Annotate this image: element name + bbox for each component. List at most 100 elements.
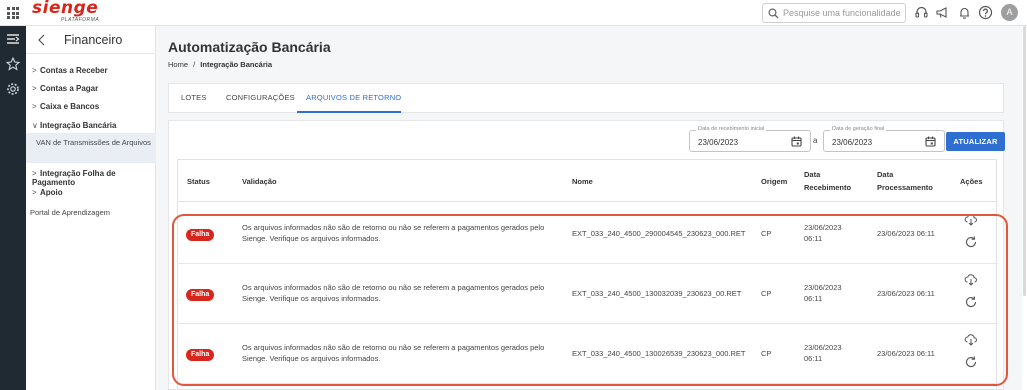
refresh-icon[interactable] bbox=[964, 355, 978, 369]
processed-date: 23/06/2023 06:11 bbox=[877, 349, 935, 358]
cloud-download-icon[interactable] bbox=[964, 333, 978, 347]
chevron-right-icon: > bbox=[32, 66, 37, 75]
table-row: Falha Os arquivos informados não são de … bbox=[178, 204, 998, 264]
table-header: Status Validação Nome Origem Data Recebi… bbox=[178, 160, 998, 202]
bell-icon[interactable] bbox=[957, 5, 972, 20]
status-badge: Falha bbox=[186, 229, 215, 241]
star-icon[interactable] bbox=[6, 57, 20, 71]
breadcrumb-current: Integração Bancária bbox=[200, 60, 272, 69]
search-input[interactable] bbox=[783, 6, 901, 20]
megaphone-icon[interactable] bbox=[935, 5, 950, 20]
vertical-scrollbar[interactable] bbox=[1022, 26, 1027, 390]
help-icon[interactable] bbox=[978, 5, 993, 20]
calendar-icon[interactable] bbox=[791, 136, 802, 147]
cloud-download-icon[interactable] bbox=[964, 213, 978, 227]
sidebar-item-integracao-folha[interactable]: > Integração Folha de Pagamento bbox=[26, 169, 156, 187]
apps-grid-icon[interactable] bbox=[7, 7, 19, 19]
processed-date: 23/06/2023 06:11 bbox=[877, 289, 935, 298]
update-button[interactable]: ATUALIZAR bbox=[946, 132, 1005, 151]
end-date-value[interactable]: 23/06/2023 bbox=[832, 138, 872, 147]
logo-subtitle: PLATAFORMA bbox=[61, 17, 100, 23]
table-row: Falha Os arquivos informados não são de … bbox=[178, 264, 998, 324]
refresh-icon[interactable] bbox=[964, 295, 978, 309]
sidebar-item-label: Caixa e Bancos bbox=[40, 102, 100, 111]
file-name: EXT_033_240_4500_130032039_230623_00.RET bbox=[572, 289, 742, 298]
origin: CP bbox=[761, 349, 772, 358]
sidebar-header: Financeiro bbox=[26, 26, 156, 54]
sidebar-item-label: Contas a Pagar bbox=[40, 84, 99, 93]
cloud-download-icon[interactable] bbox=[964, 273, 978, 287]
active-tab-indicator bbox=[297, 111, 401, 113]
headset-icon[interactable] bbox=[914, 5, 929, 20]
sidebar-item-label: Integração Folha de Pagamento bbox=[32, 169, 116, 187]
main-content: Automatização Bancária Home / Integração… bbox=[156, 26, 1027, 390]
date-separator: a bbox=[813, 136, 818, 145]
processed-date: 23/06/2023 06:11 bbox=[877, 229, 935, 238]
sidebar-item-apoio[interactable]: > Apoio bbox=[26, 188, 156, 197]
end-date-label: Data de geração final bbox=[830, 126, 887, 132]
gear-icon[interactable] bbox=[6, 82, 20, 96]
scrollbar-thumb[interactable] bbox=[1023, 26, 1026, 296]
left-rail bbox=[0, 26, 26, 390]
status-badge: Falha bbox=[186, 289, 215, 301]
sidebar-title: Financeiro bbox=[64, 33, 123, 47]
chevron-right-icon: > bbox=[32, 102, 37, 111]
return-files-table: Status Validação Nome Origem Data Recebi… bbox=[177, 159, 998, 390]
table-row: Falha Os arquivos informados não são de … bbox=[178, 324, 998, 384]
file-name: EXT_033_240_4500_290004545_230623_000.RE… bbox=[572, 229, 746, 238]
chevron-right-icon: > bbox=[32, 169, 37, 178]
top-bar: sienge PLATAFORMA A bbox=[0, 0, 1027, 26]
chevron-down-icon: ∨ bbox=[32, 121, 38, 130]
sidebar: Financeiro > Contas a Receber > Contas a P… bbox=[26, 26, 156, 390]
column-header-data-processamento[interactable]: Data Processamento bbox=[877, 168, 933, 194]
column-header-nome[interactable]: Nome bbox=[572, 175, 593, 188]
sidebar-item-contas-a-receber[interactable]: > Contas a Receber bbox=[26, 66, 156, 75]
sidebar-link-portal[interactable]: Portal de Aprendizagem bbox=[30, 208, 110, 217]
validation-message: Os arquivos informados não são de retorn… bbox=[242, 283, 545, 303]
tab-configuracoes[interactable]: CONFIGURAÇÕES bbox=[226, 93, 295, 102]
sidebar-subitem-van[interactable]: VAN de Transmissões de Arquivos bbox=[26, 133, 156, 163]
file-name: EXT_033_240_4500_130026539_230623_000.RE… bbox=[572, 349, 746, 358]
tab-lotes[interactable]: LOTES bbox=[181, 93, 207, 102]
breadcrumb-separator: / bbox=[193, 60, 196, 69]
chevron-right-icon: > bbox=[32, 188, 37, 197]
content-card: Data de recebimento inicial 23/06/2023 a… bbox=[168, 120, 1005, 390]
origin: CP bbox=[761, 229, 772, 238]
sidebar-item-integracao-bancaria[interactable]: ∨ Integração Bancária bbox=[26, 121, 156, 130]
column-header-origem[interactable]: Origem bbox=[761, 175, 787, 188]
sidebar-item-contas-a-pagar[interactable]: > Contas a Pagar bbox=[26, 84, 156, 93]
logo-text: sienge bbox=[32, 0, 99, 18]
page-title: Automatização Bancária bbox=[168, 39, 331, 55]
column-header-acoes: Ações bbox=[960, 177, 983, 186]
start-date-field[interactable]: Data de recebimento inicial 23/06/2023 bbox=[689, 126, 811, 152]
calendar-icon[interactable] bbox=[925, 136, 936, 147]
sidebar-item-label: Integração Bancária bbox=[40, 121, 117, 130]
received-date: 23/06/2023 06:11 bbox=[804, 283, 842, 303]
breadcrumb: Home / Integração Bancária bbox=[168, 60, 272, 69]
refresh-icon[interactable] bbox=[964, 235, 978, 249]
tab-arquivos-de-retorno[interactable]: ARQUIVOS DE RETORNO bbox=[306, 93, 401, 102]
tabs-bar: LOTES CONFIGURAÇÕES ARQUIVOS DE RETORNO bbox=[168, 83, 1004, 113]
received-date: 23/06/2023 06:11 bbox=[804, 223, 842, 243]
sienge-logo[interactable]: sienge PLATAFORMA bbox=[32, 0, 99, 26]
chevron-right-icon: > bbox=[32, 84, 37, 93]
column-header-data-recebimento[interactable]: Data Recebimento bbox=[804, 168, 851, 194]
received-date: 23/06/2023 06:11 bbox=[804, 343, 842, 363]
validation-message: Os arquivos informados não são de retorn… bbox=[242, 223, 545, 243]
search-icon bbox=[768, 8, 779, 19]
sidebar-item-label: Apoio bbox=[40, 188, 63, 197]
chevron-left-icon[interactable] bbox=[35, 33, 49, 47]
status-badge: Falha bbox=[186, 349, 215, 361]
menu-collapse-icon[interactable] bbox=[6, 32, 20, 46]
search-box[interactable] bbox=[762, 3, 906, 23]
column-header-validacao[interactable]: Validação bbox=[242, 175, 277, 188]
validation-message: Os arquivos informados não são de retorn… bbox=[242, 343, 545, 363]
end-date-field[interactable]: Data de geração final 23/06/2023 bbox=[823, 126, 945, 152]
start-date-value[interactable]: 23/06/2023 bbox=[698, 138, 738, 147]
column-header-status[interactable]: Status bbox=[187, 175, 210, 188]
sidebar-item-caixa-e-bancos[interactable]: > Caixa e Bancos bbox=[26, 102, 156, 111]
start-date-label: Data de recebimento inicial bbox=[696, 126, 767, 132]
breadcrumb-home[interactable]: Home bbox=[168, 60, 188, 69]
avatar[interactable]: A bbox=[1001, 4, 1018, 21]
sidebar-item-label: Contas a Receber bbox=[40, 66, 108, 75]
